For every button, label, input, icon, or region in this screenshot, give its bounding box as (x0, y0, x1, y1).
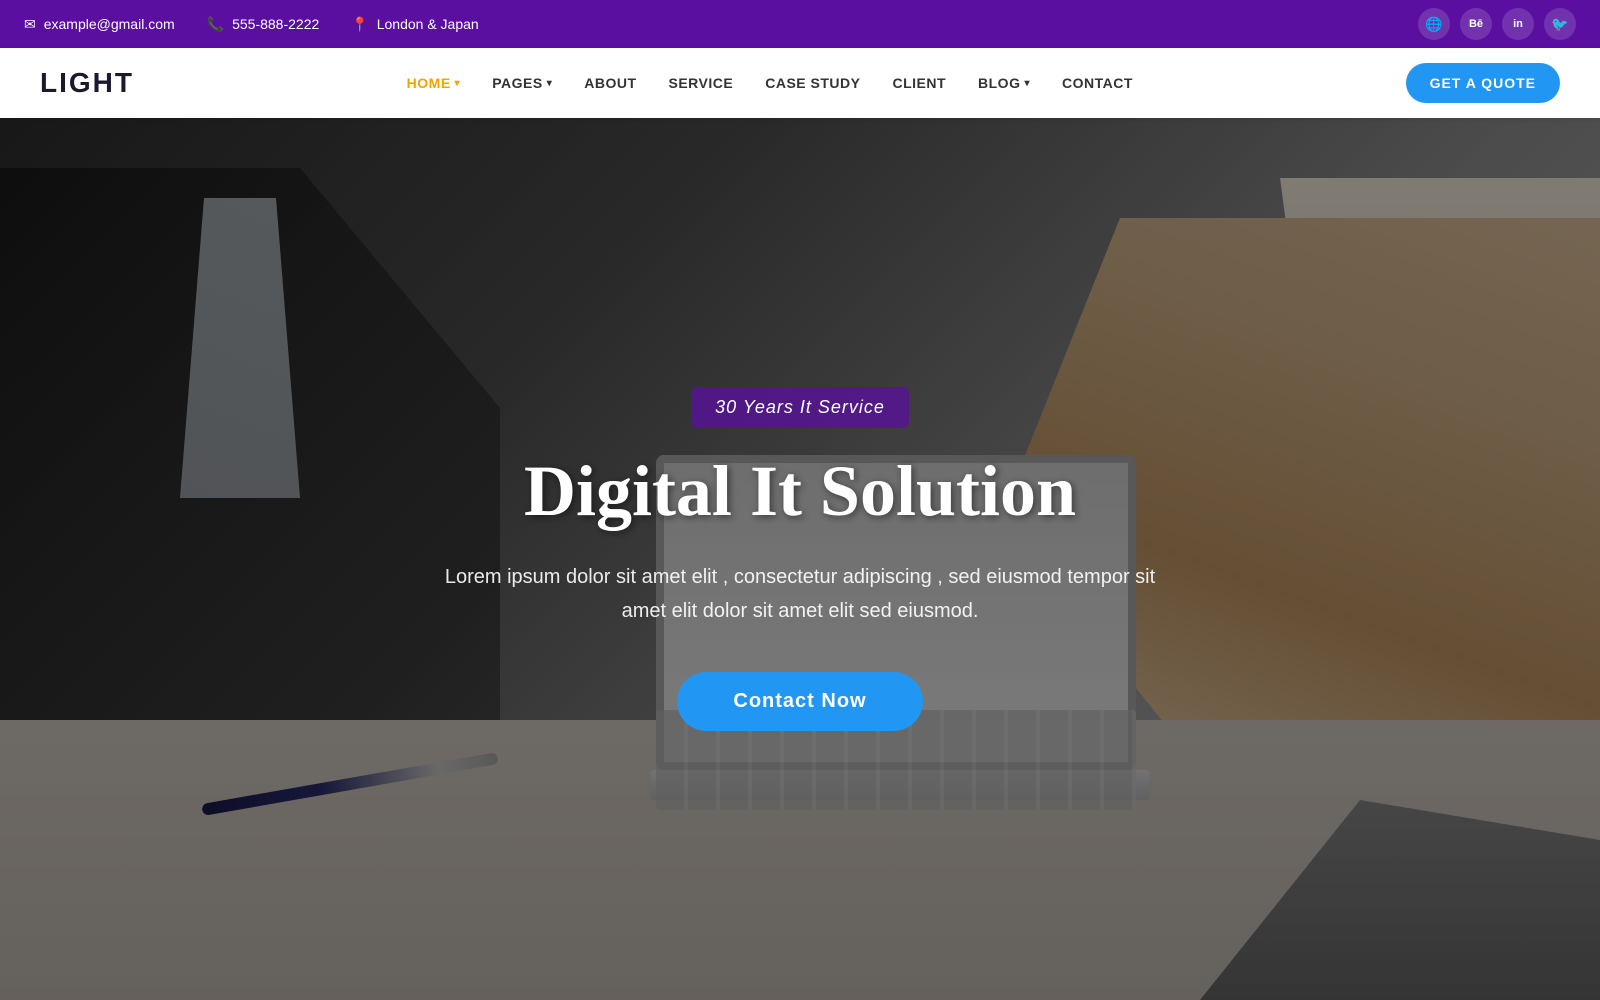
globe-icon[interactable]: 🌐 (1418, 8, 1450, 40)
nav-contact-label: CONTACT (1062, 75, 1133, 91)
contact-now-button[interactable]: Contact Now (677, 672, 922, 731)
nav-blog[interactable]: BLOG ▾ (964, 67, 1044, 99)
twitter-icon[interactable]: 🐦 (1544, 8, 1576, 40)
nav-case-study-label: CASE STUDY (765, 75, 860, 91)
nav-about[interactable]: ABOUT (570, 67, 650, 99)
social-icons: 🌐 Bē in 🐦 (1418, 8, 1576, 40)
linkedin-icon[interactable]: in (1502, 8, 1534, 40)
email-item: ✉ example@gmail.com (24, 16, 175, 33)
nav-about-label: ABOUT (584, 75, 636, 91)
email-text: example@gmail.com (44, 16, 175, 32)
nav-case-study[interactable]: CASE STUDY (751, 67, 874, 99)
nav-pages-label: PAGES (492, 75, 542, 91)
chevron-down-icon: ▾ (455, 78, 461, 89)
top-bar: ✉ example@gmail.com 📞 555-888-2222 📍 Lon… (0, 0, 1600, 48)
location-item: 📍 London & Japan (351, 16, 478, 33)
nav-service[interactable]: SERVICE (655, 67, 748, 99)
nav-contact[interactable]: CONTACT (1048, 67, 1147, 99)
navbar: LIGHT HOME ▾ PAGES ▾ ABOUT SERVICE CASE … (0, 48, 1600, 118)
nav-client-label: CLIENT (892, 75, 946, 91)
nav-pages[interactable]: PAGES ▾ (478, 67, 566, 99)
nav-home-label: HOME (407, 75, 451, 91)
behance-icon[interactable]: Bē (1460, 8, 1492, 40)
nav-service-label: SERVICE (669, 75, 734, 91)
chevron-down-icon: ▾ (1024, 78, 1030, 89)
hero-title: Digital It Solution (524, 452, 1076, 531)
nav-home[interactable]: HOME ▾ (393, 67, 475, 99)
chevron-down-icon: ▾ (547, 78, 553, 89)
email-icon: ✉ (24, 16, 36, 33)
hero-badge: 30 Years It Service (691, 387, 909, 428)
location-text: London & Japan (377, 16, 479, 32)
hero-content: 30 Years It Service Digital It Solution … (0, 118, 1600, 1000)
get-quote-button[interactable]: GET A QUOTE (1406, 63, 1560, 103)
phone-text: 555-888-2222 (232, 16, 319, 32)
hero-subtitle: Lorem ipsum dolor sit amet elit , consec… (420, 560, 1180, 628)
location-icon: 📍 (351, 16, 368, 33)
nav-links: HOME ▾ PAGES ▾ ABOUT SERVICE CASE STUDY … (393, 67, 1147, 99)
nav-client[interactable]: CLIENT (878, 67, 960, 99)
logo: LIGHT (40, 67, 134, 99)
hero-section: 30 Years It Service Digital It Solution … (0, 118, 1600, 1000)
phone-item: 📞 555-888-2222 (207, 16, 320, 33)
phone-icon: 📞 (207, 16, 224, 33)
nav-blog-label: BLOG (978, 75, 1020, 91)
top-bar-left: ✉ example@gmail.com 📞 555-888-2222 📍 Lon… (24, 16, 479, 33)
